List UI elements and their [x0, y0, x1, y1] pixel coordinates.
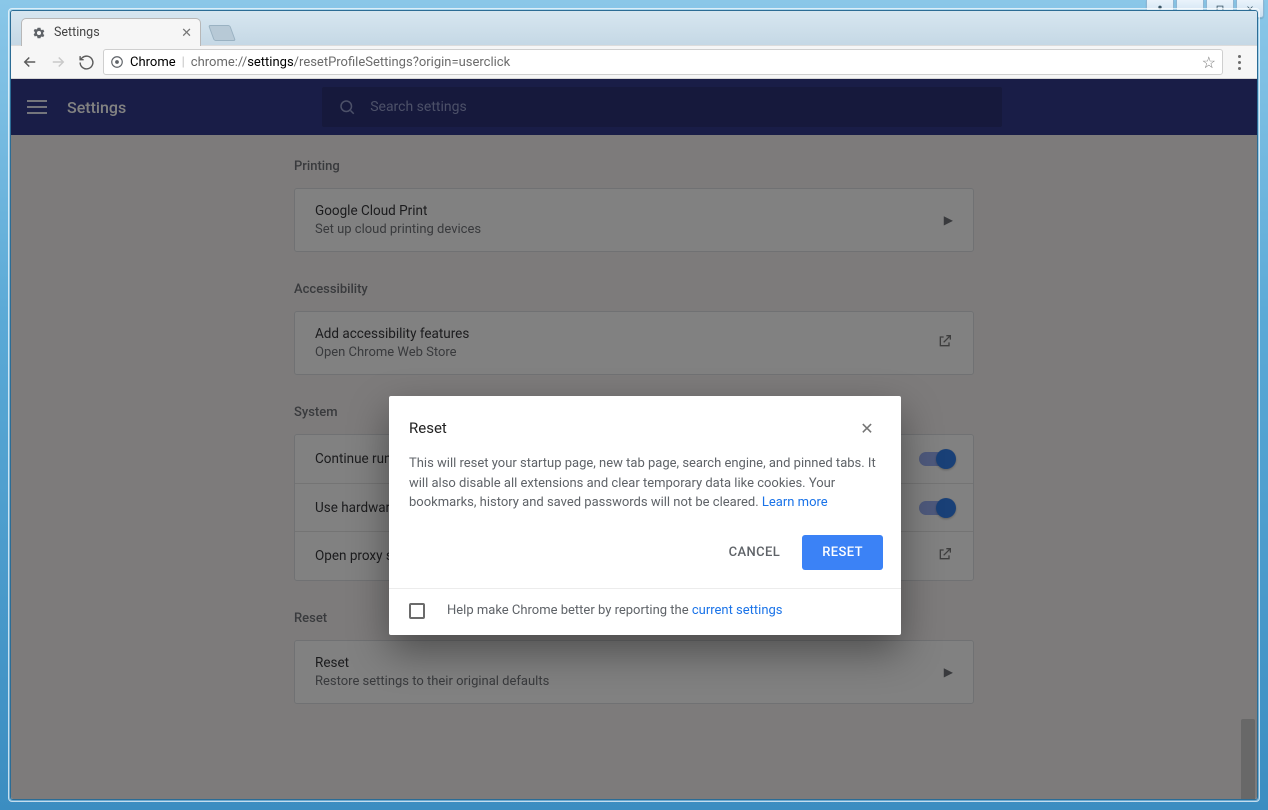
tab-strip: Settings ✕: [11, 11, 1257, 45]
os-window: Settings ✕ Chrome | chrome://settings/re…: [0, 0, 1268, 810]
close-tab-icon[interactable]: ✕: [181, 26, 192, 41]
cancel-button[interactable]: CANCEL: [717, 535, 793, 570]
tab-title: Settings: [54, 25, 100, 40]
report-text: Help make Chrome better by reporting the…: [447, 603, 783, 618]
dialog-close-button[interactable]: ✕: [853, 414, 881, 442]
browser-window: Settings ✕ Chrome | chrome://settings/re…: [10, 10, 1258, 800]
browser-menu-button[interactable]: [1229, 55, 1249, 70]
dialog-title: Reset: [409, 419, 447, 437]
chrome-logo-icon: [110, 55, 124, 69]
forward-button[interactable]: [47, 51, 69, 73]
dialog-body: This will reset your startup page, new t…: [389, 450, 901, 525]
settings-app: Settings Printing Google Cloud Print Set…: [11, 79, 1257, 799]
current-settings-link[interactable]: current settings: [692, 603, 783, 618]
bookmark-star-icon[interactable]: ☆: [1202, 53, 1216, 72]
reload-button[interactable]: [75, 51, 97, 73]
learn-more-link[interactable]: Learn more: [762, 495, 828, 510]
report-checkbox[interactable]: [409, 603, 425, 619]
omnibox-origin-label: Chrome: [130, 55, 176, 70]
gear-icon: [32, 26, 46, 40]
tab-settings[interactable]: Settings ✕: [21, 18, 201, 46]
back-button[interactable]: [19, 51, 41, 73]
reset-button[interactable]: RESET: [802, 535, 883, 570]
browser-toolbar: Chrome | chrome://settings/resetProfileS…: [11, 45, 1257, 79]
omnibox[interactable]: Chrome | chrome://settings/resetProfileS…: [103, 49, 1223, 75]
reset-dialog: Reset ✕ This will reset your startup pag…: [389, 396, 901, 635]
new-tab-button[interactable]: [208, 25, 236, 41]
omnibox-url: chrome://settings/resetProfileSettings?o…: [191, 55, 510, 70]
